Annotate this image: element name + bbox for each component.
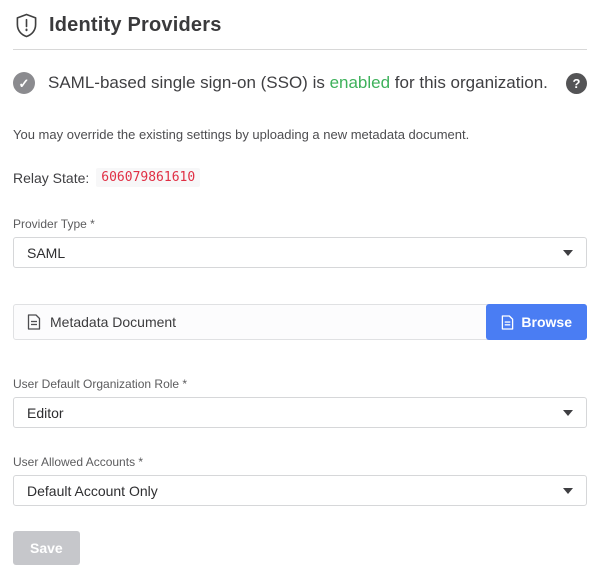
user-allowed-accounts-value: Default Account Only — [27, 483, 158, 499]
metadata-document-row: Metadata Document Browse — [13, 304, 587, 340]
metadata-document-label: Metadata Document — [50, 314, 176, 330]
shield-exclamation-icon — [15, 13, 38, 38]
save-button[interactable]: Save — [13, 531, 80, 565]
user-default-org-role-value: Editor — [27, 405, 64, 421]
provider-type-label: Provider Type * — [13, 217, 587, 231]
relay-state-row: Relay State: 606079861610 — [13, 168, 587, 187]
file-document-icon — [501, 315, 514, 330]
save-row: Save — [13, 531, 587, 565]
file-document-icon — [27, 314, 41, 330]
identity-providers-page: Identity Providers ✓ SAML-based single s… — [0, 0, 600, 565]
user-default-org-role-group: User Default Organization Role * Editor — [13, 377, 587, 428]
provider-type-group: Provider Type * SAML — [13, 217, 587, 268]
metadata-document-input[interactable]: Metadata Document — [14, 305, 487, 339]
user-default-org-role-label: User Default Organization Role * — [13, 377, 587, 391]
user-allowed-accounts-select[interactable]: Default Account Only — [13, 475, 587, 506]
caret-down-icon — [563, 488, 573, 494]
provider-type-select[interactable]: SAML — [13, 237, 587, 268]
caret-down-icon — [563, 250, 573, 256]
check-circle-icon: ✓ — [13, 72, 35, 94]
question-circle-icon[interactable]: ? — [566, 73, 587, 94]
sso-status-text: SAML-based single sign-on (SSO) is enabl… — [48, 73, 548, 93]
user-allowed-accounts-group: User Allowed Accounts * Default Account … — [13, 455, 587, 506]
relay-state-label: Relay State: — [13, 170, 89, 186]
status-enabled-highlight: enabled — [330, 73, 391, 92]
page-header: Identity Providers — [13, 0, 587, 50]
status-text-before: SAML-based single sign-on (SSO) is — [48, 73, 330, 92]
status-text-after: for this organization. — [390, 73, 548, 92]
sso-status-banner: ✓ SAML-based single sign-on (SSO) is ena… — [13, 72, 587, 94]
user-allowed-accounts-label: User Allowed Accounts * — [13, 455, 587, 469]
provider-type-value: SAML — [27, 245, 65, 261]
page-title: Identity Providers — [49, 14, 222, 37]
browse-button-label: Browse — [521, 314, 572, 330]
user-default-org-role-select[interactable]: Editor — [13, 397, 587, 428]
browse-button[interactable]: Browse — [486, 304, 587, 340]
relay-state-value: 606079861610 — [96, 168, 200, 187]
caret-down-icon — [563, 410, 573, 416]
override-description: You may override the existing settings b… — [13, 127, 587, 142]
